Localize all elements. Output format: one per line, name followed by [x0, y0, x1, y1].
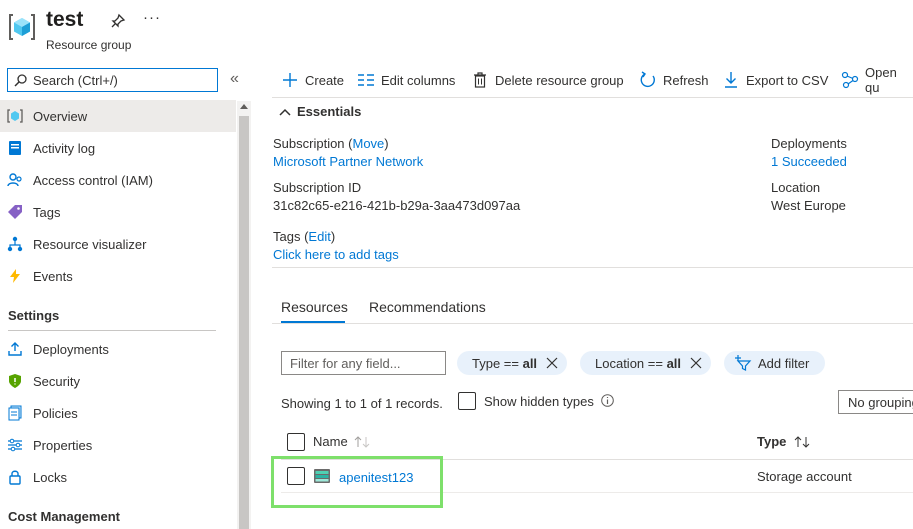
cost-management-section-header: Cost Management: [8, 509, 120, 524]
subscription-link[interactable]: Microsoft Partner Network: [273, 154, 423, 169]
close-icon[interactable]: [545, 356, 559, 370]
show-hidden-types-label: Show hidden types: [484, 394, 594, 409]
tab-resources[interactable]: Resources: [281, 299, 348, 315]
sidebar-item-deployments[interactable]: Deployments: [0, 333, 236, 365]
essentials-toggle[interactable]: Essentials: [279, 104, 361, 119]
sidebar-item-resource-visualizer[interactable]: Resource visualizer: [0, 228, 236, 260]
search-placeholder: Search (Ctrl+/): [33, 72, 118, 88]
scroll-up-arrow-icon[interactable]: [240, 104, 248, 109]
trash-icon: [471, 71, 489, 89]
refresh-button[interactable]: Refresh: [639, 70, 709, 90]
grouping-dropdown[interactable]: No grouping: [838, 390, 913, 414]
sidebar-item-overview[interactable]: Overview: [0, 100, 236, 132]
sidebar-scroll-thumb[interactable]: [239, 116, 249, 529]
select-all-checkbox[interactable]: [287, 433, 305, 451]
settings-divider: [8, 330, 216, 331]
activity-log-icon: [7, 140, 23, 156]
create-button[interactable]: Create: [281, 70, 344, 90]
tabs-divider: [272, 323, 913, 324]
add-filter-button[interactable]: Add filter: [724, 351, 826, 375]
lock-icon: [7, 469, 23, 485]
subscription-id-label: Subscription ID: [273, 180, 362, 195]
page-subtitle: Resource group: [46, 38, 132, 52]
resource-group-icon: [8, 12, 36, 42]
delete-resource-group-button[interactable]: Delete resource group: [471, 70, 624, 90]
sidebar-item-policies[interactable]: Policies: [0, 397, 236, 429]
show-hidden-types-checkbox[interactable]: [458, 392, 476, 410]
visualizer-icon: [7, 236, 23, 252]
columns-icon: [357, 71, 375, 89]
sidebar-item-access-control[interactable]: Access control (IAM): [0, 164, 236, 196]
more-options-icon[interactable]: ···: [143, 9, 161, 26]
overview-icon: [7, 108, 23, 124]
query-icon: [841, 71, 859, 89]
search-icon: [14, 73, 27, 87]
pin-icon[interactable]: [110, 13, 126, 29]
sidebar-item-tags[interactable]: Tags: [0, 196, 236, 228]
resource-type: Storage account: [757, 469, 852, 484]
export-csv-button[interactable]: Export to CSV: [722, 70, 828, 90]
tag-icon: [7, 204, 23, 220]
records-count: Showing 1 to 1 of 1 records.: [281, 396, 443, 411]
iam-icon: [7, 172, 23, 188]
add-filter-icon: [734, 355, 752, 371]
highlight-box: [271, 456, 443, 508]
page-title: test: [46, 8, 84, 31]
name-column-header[interactable]: Name: [313, 434, 370, 449]
location-value: West Europe: [771, 198, 846, 213]
sidebar-item-activity-log[interactable]: Activity log: [0, 132, 236, 164]
download-icon: [722, 71, 740, 89]
tab-recommendations[interactable]: Recommendations: [369, 299, 486, 315]
sidebar-search-input[interactable]: Search (Ctrl+/): [7, 68, 218, 92]
sort-icon: [354, 435, 370, 448]
sidebar-item-properties[interactable]: Properties: [0, 429, 236, 461]
sidebar-item-security[interactable]: Security: [0, 365, 236, 397]
deployments-label: Deployments: [771, 136, 847, 151]
add-tags-link[interactable]: Click here to add tags: [273, 247, 399, 262]
chevron-up-icon: [279, 108, 291, 116]
events-icon: [7, 268, 23, 284]
shield-icon: [7, 373, 23, 389]
sort-icon: [794, 435, 810, 448]
edit-columns-button[interactable]: Edit columns: [357, 70, 455, 90]
subscription-label: Subscription (Move): [273, 136, 389, 151]
close-icon[interactable]: [689, 356, 703, 370]
settings-section-header: Settings: [8, 308, 60, 323]
location-filter-pill[interactable]: Location == all: [580, 351, 712, 375]
collapse-sidebar-icon[interactable]: «: [230, 70, 239, 88]
subscription-id-value: 31c82c65-e216-421b-b29a-3aa473d097aa: [273, 198, 521, 213]
sidebar-item-locks[interactable]: Locks: [0, 461, 236, 493]
move-link[interactable]: Move: [353, 136, 385, 151]
info-icon[interactable]: [601, 394, 614, 407]
location-label: Location: [771, 180, 821, 195]
type-filter-pill[interactable]: Type == all: [457, 351, 568, 375]
tags-label: Tags (Edit): [273, 229, 336, 244]
open-query-button[interactable]: Open qu: [841, 65, 913, 95]
type-column-header[interactable]: Type: [757, 434, 810, 449]
properties-icon: [7, 437, 23, 453]
edit-tags-link[interactable]: Edit: [308, 229, 330, 244]
sidebar-item-events[interactable]: Events: [0, 260, 236, 292]
policies-icon: [7, 405, 23, 421]
filter-input[interactable]: Filter for any field...: [281, 351, 446, 375]
deployments-link[interactable]: 1 Succeeded: [771, 154, 847, 169]
essentials-divider: [272, 267, 913, 268]
toolbar-divider: [272, 97, 913, 98]
refresh-icon: [639, 71, 657, 89]
plus-icon: [281, 71, 299, 89]
deployments-icon: [7, 341, 23, 357]
